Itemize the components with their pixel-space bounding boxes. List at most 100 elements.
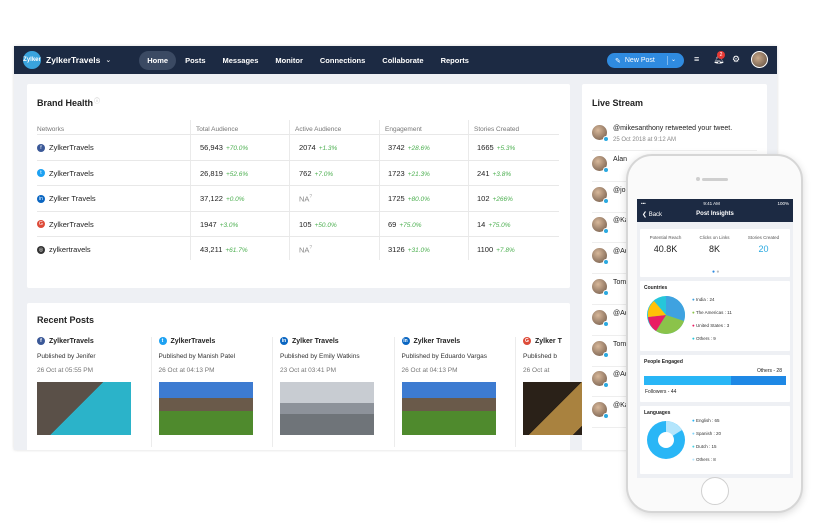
active-audience-cell: NA?	[299, 194, 312, 204]
engagement-change: +80.0%	[407, 196, 430, 203]
legend-label: Spanish : 20	[695, 431, 721, 436]
legend-label: The Americas : 11	[695, 310, 732, 315]
total-change: +0.0%	[225, 196, 245, 203]
col-engagement: Engagement	[385, 126, 422, 133]
active-audience-cell: NA?	[299, 245, 312, 255]
camera	[696, 177, 700, 181]
menu-reports[interactable]: Reports	[433, 51, 477, 70]
menu-monitor[interactable]: Monitor	[267, 51, 311, 70]
stream-item[interactable]: @Ad	[592, 309, 629, 327]
network-cell: f ZylkerTravels	[37, 143, 94, 152]
active-audience-cell: 762 +7.0%	[299, 169, 333, 178]
network-cell: ◎ zylkertravels	[37, 245, 91, 254]
signal-icon: •••	[641, 200, 646, 206]
stat-label: Potential Reach	[649, 235, 682, 240]
legend-item: ● Dutch : 15	[692, 444, 716, 449]
stream-item[interactable]: @Ad	[592, 248, 629, 266]
engagement-value: 69	[388, 219, 397, 229]
post-image[interactable]	[280, 382, 374, 435]
stream-item[interactable]: @Ad	[592, 371, 629, 389]
linkedin-icon: in	[280, 337, 288, 345]
avatar	[592, 309, 609, 327]
post-card[interactable]: in Zylker Travels Published by Emily Watki…	[280, 337, 390, 435]
twitter-icon	[603, 382, 609, 389]
facebook-icon: f	[37, 143, 45, 152]
engagement-cell: 1723 +21.3%	[388, 169, 430, 178]
stat-label: Stories Created	[747, 235, 780, 240]
total-change: +61.7%	[225, 247, 248, 254]
divider	[515, 337, 516, 447]
twitter-icon	[603, 259, 609, 266]
gear-icon[interactable]: ⚙	[732, 54, 740, 65]
info-icon[interactable]: ?	[309, 194, 312, 200]
linkedin-icon: in	[401, 337, 410, 345]
menu-messages[interactable]: Messages	[215, 51, 267, 70]
post-image[interactable]	[37, 382, 131, 435]
twitter-icon	[603, 166, 609, 173]
twitter-icon	[603, 197, 609, 204]
network-cell: in Zylker Travels	[37, 194, 96, 203]
languages-card: Languages ● English : 65 ● Spanish : 20 ● …	[640, 406, 790, 474]
stream-item[interactable]: @Ka	[592, 217, 629, 235]
engagement-cell: 3126 +31.0%	[388, 245, 430, 254]
pencil-icon: ✎	[615, 57, 621, 65]
stories-value: 14	[477, 219, 486, 229]
engagement-change: +21.3%	[407, 170, 430, 178]
table-row: G ZylkerTravels 1947 +3.0% 105 +50.0% 69 +75.0%…	[37, 210, 559, 236]
post-network: t ZylkerTravels	[158, 337, 269, 345]
post-date: 26 Oct at 04:13 PM	[401, 367, 458, 374]
brand-name[interactable]: ZylkerTravels	[46, 55, 100, 65]
active-value: NA	[299, 245, 310, 255]
phone-title: Post Insights	[696, 211, 734, 217]
new-post-button[interactable]: ✎ New Post ⌄	[607, 53, 684, 68]
info-icon[interactable]: ?	[309, 245, 312, 251]
total-audience-cell: 1947 +3.0%	[200, 220, 238, 229]
page-dots[interactable]: ● ●	[712, 269, 719, 275]
engagement-value: 3126	[388, 245, 405, 254]
engagement-value: 3742	[388, 143, 405, 152]
engagement-change: +75.0%	[399, 221, 422, 229]
active-audience-cell: 105 +50.0%	[299, 220, 337, 229]
stories-cell: 1100 +7.8%	[477, 245, 515, 254]
user-avatar[interactable]	[751, 51, 768, 68]
stories-cell: 102 +266%	[477, 194, 513, 203]
legend-label: Dutch : 15	[695, 444, 717, 449]
info-icon[interactable]: ⓘ	[94, 96, 100, 105]
chevron-down-icon[interactable]: ⌄	[105, 56, 111, 64]
menu-posts[interactable]: Posts	[177, 51, 213, 70]
post-image[interactable]	[401, 382, 496, 435]
chevron-down-icon[interactable]: ⌄	[671, 56, 676, 63]
divider	[592, 150, 757, 151]
stream-item[interactable]: Alan	[592, 155, 627, 173]
avatar	[592, 186, 609, 204]
post-card[interactable]: f ZylkerTravels Published by Jenifer 26 Oct…	[37, 337, 147, 435]
col-networks: Networks	[37, 126, 65, 133]
brand-logo[interactable]: Zylker	[23, 51, 41, 69]
twitter-icon	[603, 320, 609, 327]
menu-collaborate[interactable]: Collaborate	[374, 51, 431, 70]
post-card[interactable]: in Zylker Travels Published by Eduardo Var…	[401, 337, 512, 435]
active-change: +50.0%	[314, 221, 337, 229]
twitter-icon	[603, 228, 609, 235]
stream-item[interactable]: @mikesanthony retweeted your tweet. 25 Oc…	[592, 125, 732, 143]
stream-item[interactable]: Tom	[592, 340, 626, 358]
home-button[interactable]	[701, 477, 729, 505]
list-icon[interactable]: ≡	[694, 54, 699, 64]
stat-value: 40.8K	[653, 244, 678, 254]
menu-home[interactable]: Home	[139, 50, 177, 70]
twitter-icon	[603, 351, 609, 358]
stream-item[interactable]: @Ka	[592, 402, 629, 420]
stream-item[interactable]: Tom	[592, 279, 626, 296]
table-row: f ZylkerTravels 56,943 +70.0% 2074 +1.3% 3742 +…	[37, 134, 559, 159]
post-card[interactable]: t ZylkerTravels Published by Manish Patel 2…	[158, 337, 269, 435]
stats-card: Potential Reach 40.8K Clicks on Links 8K…	[640, 229, 790, 277]
post-image[interactable]	[158, 382, 253, 435]
stream-item[interactable]: @jo	[592, 186, 626, 204]
menu-connections[interactable]: Connections	[312, 51, 373, 70]
legend-item: ● United States : 3	[692, 323, 729, 328]
divider	[667, 56, 668, 65]
engagement-change: +28.6%	[407, 145, 430, 152]
stat-reach: Potential Reach 40.8K	[643, 235, 688, 254]
divider	[150, 337, 152, 447]
stories-value: 241	[477, 168, 490, 178]
